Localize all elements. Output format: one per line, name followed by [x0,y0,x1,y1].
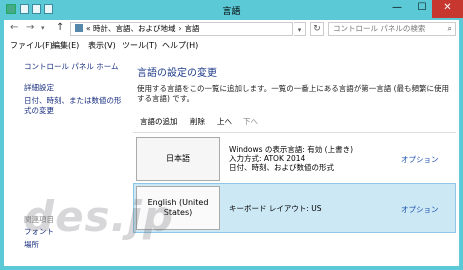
menu-tools[interactable]: ツール(T) [122,40,157,51]
language-options-link[interactable]: オプション [401,154,439,165]
forward-arrow-icon[interactable]: → [26,22,34,33]
breadcrumb-overflow[interactable]: « [86,24,91,33]
site-watermark: des.jp [24,192,174,241]
menu-edit[interactable]: 編集(E) [52,40,79,51]
title-bar[interactable]: 言語 — ☐ ✕ [0,0,463,20]
control-panel-small-icon [75,24,83,32]
breadcrumb-language[interactable]: 言語 [184,24,199,33]
search-placeholder: コントロール パネルの検索 [333,24,426,33]
close-button[interactable]: ✕ [432,0,463,18]
language-toolbar: 言語の追加 削除 上へ 下へ [128,112,459,128]
breadcrumb-separator-icon[interactable]: › [178,24,181,33]
sidebar-link-control-panel-home[interactable]: コントロール パネル ホーム [24,62,124,72]
add-language-button[interactable]: 言語の追加 [140,116,178,127]
up-arrow-icon[interactable]: ↑ [56,22,64,33]
navigation-bar: ← → ▾ ↑ « 時計、言語、および地域 › 言語 ▾ ↻ コントロール パネルの… [4,20,459,38]
menu-file[interactable]: ファイル(F) [10,40,53,51]
menu-help[interactable]: ヘルプ(H) [162,40,198,51]
sidebar-link-location[interactable]: 場所 [24,240,124,250]
page-description: 使用する言語をこの一覧に追加します。一覧の一番上にある言語が第一言語 (最も頻繁… [137,84,450,103]
language-options-link[interactable]: オプション [401,204,439,215]
refresh-icon[interactable]: ↻ [310,22,324,36]
menu-view[interactable]: 表示(V) [88,40,116,51]
sidebar-link-advanced-settings[interactable]: 詳細設定 [24,83,124,93]
remove-language-button[interactable]: 削除 [190,116,205,127]
language-detail-display: Windows の表示言語: 有効 (上書き) [229,145,354,154]
sidebar-link-datetime-format[interactable]: 日付、時刻、または数値の形式の変更 [24,96,124,116]
list-divider [133,132,456,133]
menu-bar: ファイル(F) 編集(E) 表示(V) ツール(T) ヘルプ(H) [4,38,459,52]
breadcrumb-clock-language-region[interactable]: 時計、言語、および地域 [93,24,176,33]
search-icon[interactable]: ⌕ [448,23,452,35]
minimize-button[interactable]: — [384,0,410,18]
address-dropdown-icon[interactable]: ▾ [294,22,306,36]
language-name-box[interactable]: 日本語 [136,137,220,181]
main-panel: 言語の設定の変更 使用する言語をこの一覧に追加します。一覧の一番上にある言語が第… [128,52,459,266]
search-input[interactable]: コントロール パネルの検索 ⌕ [328,22,456,36]
language-row-english[interactable]: English (United States) キーボード レイアウト: US … [133,183,456,233]
move-up-button[interactable]: 上へ [217,116,232,127]
language-detail-format: 日付、時刻、および数値の形式 [229,163,334,172]
address-bar[interactable]: « 時計、言語、および地域 › 言語 [70,22,293,36]
language-detail-input-method: 入力方式: ATOK 2014 [229,154,306,163]
move-down-button[interactable]: 下へ [243,116,258,127]
language-row-japanese[interactable]: 日本語 Windows の表示言語: 有効 (上書き) 入力方式: ATOK 2… [133,134,456,184]
page-title: 言語の設定の変更 [137,68,217,79]
content-area: コントロール パネル ホーム 詳細設定 日付、時刻、または数値の形式の変更 関連… [4,52,459,266]
back-arrow-icon[interactable]: ← [10,22,18,33]
language-detail-keyboard: キーボード レイアウト: US [229,204,322,213]
window-frame: 言語 — ☐ ✕ ← → ▾ ↑ « 時計、言語、および地域 › 言語 ▾ ↻ コン… [0,0,463,270]
recent-locations-icon[interactable]: ▾ [41,24,45,32]
